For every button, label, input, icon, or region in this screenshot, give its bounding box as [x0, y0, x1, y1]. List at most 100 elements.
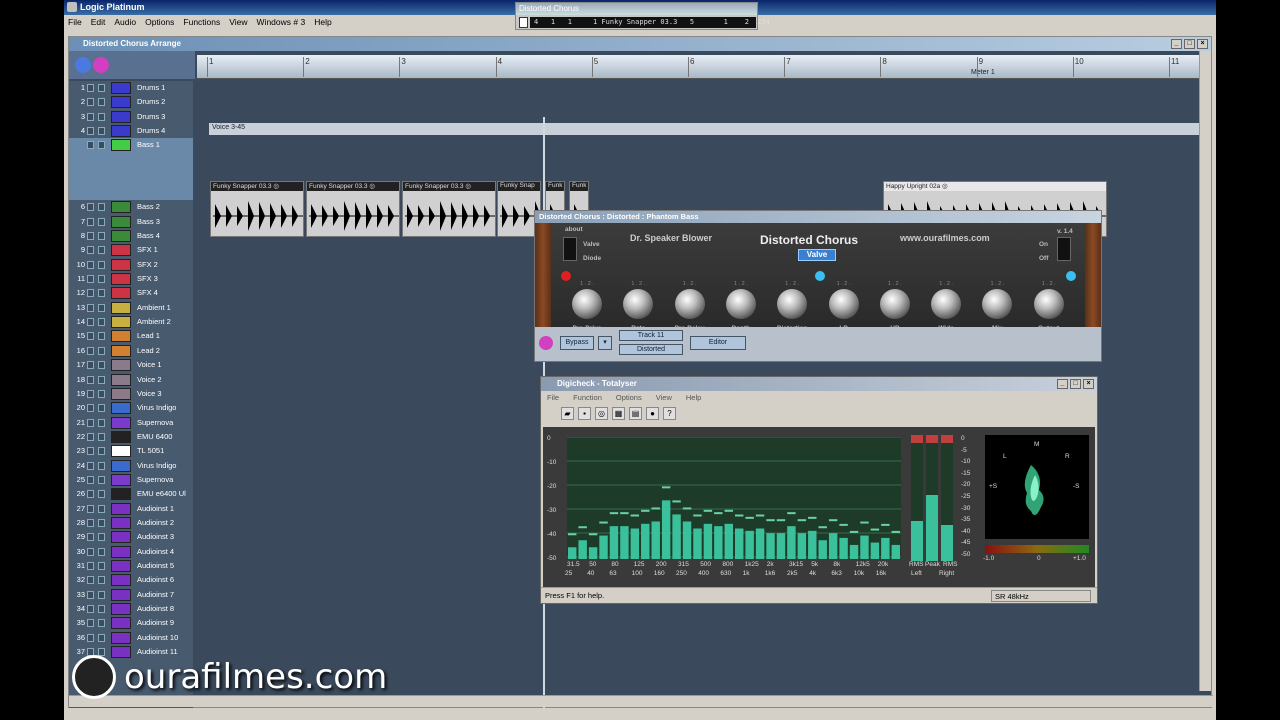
record-button[interactable]	[98, 518, 105, 527]
mute-button[interactable]	[87, 332, 94, 341]
record-button[interactable]	[98, 375, 105, 384]
track-row[interactable]: 23 TL 5051	[69, 444, 193, 458]
view-icon[interactable]: ▤	[629, 407, 642, 420]
track-row[interactable]: 22 EMU 6400	[69, 430, 193, 444]
track-row[interactable]: 11 SFX 3	[69, 272, 193, 286]
knob-output[interactable]	[1033, 289, 1064, 319]
menu-item[interactable]: Edit	[91, 17, 106, 28]
mute-button[interactable]	[87, 547, 94, 556]
mute-button[interactable]	[87, 346, 94, 355]
knob-hp[interactable]	[879, 289, 910, 319]
mute-button[interactable]	[87, 561, 94, 570]
analyzer-menu-item[interactable]: Help	[686, 393, 701, 403]
record-button[interactable]	[98, 141, 105, 150]
track-row[interactable]: 12 SFX 4	[69, 286, 193, 300]
track-row[interactable]: 29 Audioinst 3	[69, 530, 193, 544]
mute-button[interactable]	[87, 418, 94, 427]
menu-item[interactable]: Functions	[183, 17, 220, 28]
track-row[interactable]: 24 Virus Indigo	[69, 459, 193, 473]
track-row[interactable]: 28 Audioinst 2	[69, 516, 193, 530]
menu-item[interactable]: Windows # 3	[257, 17, 306, 28]
mute-button[interactable]	[87, 246, 94, 255]
about-label[interactable]: about	[565, 226, 583, 233]
track-row[interactable]: 34 Audioinst 8	[69, 602, 193, 616]
mute-button[interactable]	[87, 375, 94, 384]
mute-button[interactable]	[87, 289, 94, 298]
mute-button[interactable]	[87, 389, 94, 398]
track-row[interactable]: 6 Bass 2	[69, 200, 193, 214]
track-row[interactable]: 9 SFX 1	[69, 243, 193, 257]
mute-button[interactable]	[87, 203, 94, 212]
track-row[interactable]: 1 Drums 1	[69, 81, 193, 95]
mute-button[interactable]	[87, 318, 94, 327]
reset-icon[interactable]: ◎	[595, 407, 608, 420]
mute-button[interactable]	[87, 303, 94, 312]
track-row[interactable]: 18 Voice 2	[69, 373, 193, 387]
editor-button[interactable]: Editor	[690, 336, 746, 350]
record-button[interactable]	[98, 203, 105, 212]
mute-button[interactable]	[87, 576, 94, 585]
knob-wide[interactable]	[931, 289, 962, 319]
knob-lp[interactable]	[828, 289, 859, 319]
track-row[interactable]: Bass 1	[69, 138, 193, 201]
mute-button[interactable]	[87, 127, 94, 136]
track-row[interactable]: 7 Bass 3	[69, 215, 193, 229]
link-icon[interactable]	[539, 336, 553, 350]
knob-depth[interactable]	[725, 289, 756, 319]
mute-button[interactable]	[87, 112, 94, 121]
track-row[interactable]: 32 Audioinst 6	[69, 573, 193, 587]
track-row[interactable]: 19 Voice 3	[69, 387, 193, 401]
vertical-scrollbar[interactable]	[1199, 51, 1211, 691]
menu-item[interactable]: Options	[145, 17, 174, 28]
knob-pre-delay[interactable]	[674, 289, 705, 319]
record-button[interactable]	[98, 619, 105, 628]
mute-button[interactable]	[87, 404, 94, 413]
transport-window[interactable]: Distorted Chorus 4 1 1 1 Funky Snapper 0…	[515, 2, 770, 30]
track-row[interactable]: 25 Supernova	[69, 473, 193, 487]
mute-button[interactable]	[87, 590, 94, 599]
mute-button[interactable]	[87, 475, 94, 484]
track-row[interactable]: 4 Drums 4	[69, 124, 193, 138]
menu-item[interactable]: File	[68, 17, 82, 28]
track-row[interactable]: 35 Audioinst 9	[69, 616, 193, 630]
record-button[interactable]	[98, 332, 105, 341]
settings-dropdown[interactable]: ▾	[598, 336, 612, 350]
track-row[interactable]: 14 Ambient 2	[69, 315, 193, 329]
record-button[interactable]	[98, 561, 105, 570]
analyzer-menu-item[interactable]: Function	[573, 393, 602, 403]
record-button[interactable]	[98, 590, 105, 599]
mute-button[interactable]	[87, 619, 94, 628]
record-button[interactable]	[98, 605, 105, 613]
menu-item[interactable]: Audio	[114, 17, 136, 28]
audio-region[interactable]: Funky Snapper 03.3 ◎	[402, 181, 496, 237]
stop-button[interactable]	[519, 17, 528, 28]
mute-button[interactable]	[87, 518, 94, 527]
track-row[interactable]: 17 Voice 1	[69, 358, 193, 372]
mute-button[interactable]	[87, 461, 94, 470]
mute-button[interactable]	[87, 447, 94, 456]
track-row[interactable]: 10 SFX 2	[69, 258, 193, 272]
record-button[interactable]	[98, 260, 105, 269]
record-button[interactable]	[98, 361, 105, 370]
track-row[interactable]: 20 Virus Indigo	[69, 401, 193, 415]
record-button[interactable]	[98, 547, 105, 556]
record-button[interactable]	[98, 475, 105, 484]
grid-icon[interactable]: ▦	[612, 407, 625, 420]
record-button[interactable]	[98, 246, 105, 255]
record-button[interactable]	[98, 432, 105, 441]
mute-button[interactable]	[87, 232, 94, 241]
audio-region[interactable]: Funky Snapper 03.3 ◎	[306, 181, 400, 237]
record-button[interactable]	[98, 303, 105, 312]
record-button[interactable]	[98, 275, 105, 284]
record-button[interactable]	[98, 318, 105, 327]
track-row[interactable]: 8 Bass 4	[69, 229, 193, 243]
analyzer-menu-item[interactable]: View	[656, 393, 672, 403]
record-button[interactable]	[98, 127, 105, 136]
bar-ruler[interactable]: Meter 1 1 2 3 4 5 6 7 8 9 10 11	[197, 55, 1203, 79]
track-row[interactable]: 31 Audioinst 5	[69, 559, 193, 573]
record-button[interactable]	[98, 112, 105, 121]
track-row[interactable]: 2 Drums 2	[69, 95, 193, 109]
mute-button[interactable]	[87, 217, 94, 226]
knob-distortion[interactable]	[777, 289, 808, 319]
mute-button[interactable]	[87, 432, 94, 441]
